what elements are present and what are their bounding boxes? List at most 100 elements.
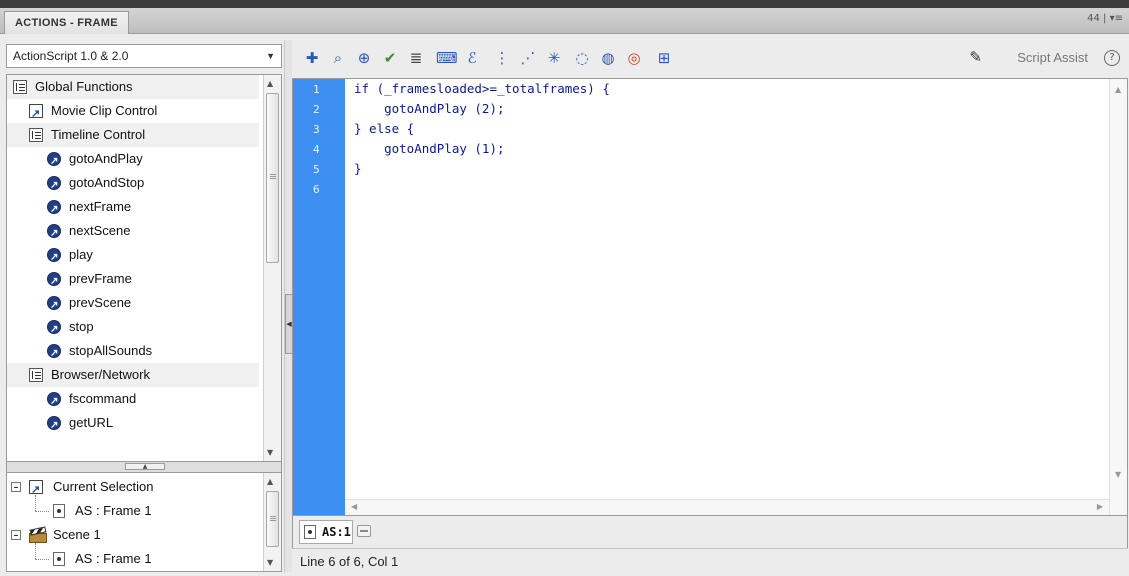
insert-target-path-icon[interactable]: ⊕	[354, 48, 374, 68]
toolbox-item-play[interactable]: play	[7, 243, 259, 270]
toolbox-item-movie-clip-control[interactable]: Movie Clip Control	[7, 99, 259, 126]
toolbox-item-gotoandplay[interactable]: gotoAndPlay	[7, 147, 259, 174]
scroll-left-icon[interactable]: ◀	[351, 502, 357, 511]
toolbox-item-label: getURL	[69, 415, 114, 430]
toolbox-item-stopallsounds[interactable]: stopAllSounds	[7, 339, 259, 366]
check-syntax-icon[interactable]: ✔	[380, 48, 400, 68]
pane-collapse-bar[interactable]: ◀	[284, 40, 293, 572]
scroll-right-icon[interactable]: ▶	[1097, 502, 1103, 511]
scroll-down-icon[interactable]: ▼	[267, 448, 273, 457]
navigator-item-label: Scene 1	[53, 527, 101, 542]
scrollbar-thumb[interactable]	[266, 93, 279, 263]
editor-horizontal-scrollbar[interactable]: ◀ ▶	[345, 499, 1109, 515]
navigator-item-as-frame-1[interactable]: AS : Frame 1	[7, 499, 263, 523]
frame-icon	[53, 504, 65, 518]
navigator-item-current-selection[interactable]: Current Selection	[7, 475, 263, 502]
function-icon	[47, 222, 61, 246]
line-number: 6	[313, 183, 320, 196]
toolbox-item-label: play	[69, 247, 93, 262]
code-line: if (_framesloaded>=_totalframes) {	[354, 81, 610, 96]
toolbox-item-label: nextFrame	[69, 199, 132, 214]
apply-block-comment-icon[interactable]: ◌	[572, 48, 592, 68]
book-icon	[29, 368, 43, 382]
panel-menu-icon[interactable]: 44 | ▾≡	[1087, 13, 1123, 24]
script-assist-button[interactable]: Script Assist	[1017, 50, 1088, 65]
add-statement-icon[interactable]: ✚	[302, 48, 322, 68]
frame-icon	[304, 525, 316, 539]
toolbox-item-stop[interactable]: stop	[7, 315, 259, 342]
navigator-item-label: Current Selection	[53, 479, 154, 494]
function-icon	[47, 246, 61, 270]
code-line: gotoAndPlay (2);	[354, 101, 505, 116]
panel-titlebar: ACTIONS - FRAME 44 | ▾≡	[0, 8, 1129, 34]
navigator-item-label: AS : Frame 1	[75, 551, 152, 566]
toolbox-item-global-functions[interactable]: Global Functions	[7, 75, 259, 99]
line-number: 1	[313, 83, 320, 96]
show-code-hint-icon[interactable]: ⌨	[436, 48, 458, 68]
toolbox-item-nextscene[interactable]: nextScene	[7, 219, 259, 246]
navigator-item-as-frame-1-scene[interactable]: AS : Frame 1	[7, 547, 263, 571]
toolbox-item-timeline-control[interactable]: Timeline Control	[7, 123, 259, 147]
scroll-down-icon[interactable]: ▼	[1115, 470, 1121, 479]
collapse-icon[interactable]	[11, 530, 21, 540]
toolbox-item-label: prevFrame	[69, 271, 132, 286]
toolbox-scrollbar[interactable]: ▲ ▼	[263, 75, 281, 461]
script-tab-as-1[interactable]: AS:1	[299, 520, 353, 544]
scene-icon	[29, 528, 47, 543]
language-select-value: ActionScript 1.0 & 2.0	[13, 49, 129, 63]
navigator-item-scene-1[interactable]: Scene 1	[7, 523, 263, 547]
navigator-scrollbar[interactable]: ▲ ▼	[263, 473, 281, 571]
top-border	[0, 0, 1129, 8]
script-editor[interactable]: 1 2 3 4 5 6 if (_framesloaded>=_totalfra…	[292, 78, 1128, 516]
expand-all-icon[interactable]: ✳	[544, 48, 564, 68]
help-icon[interactable]: ?	[1104, 50, 1120, 66]
apply-line-comment-icon[interactable]: ◍	[598, 48, 618, 68]
actions-toolbox: Global Functions Movie Clip Control Time…	[6, 74, 282, 462]
toolbox-item-gotoandstop[interactable]: gotoAndStop	[7, 171, 259, 198]
toolbox-item-nextframe[interactable]: nextFrame	[7, 195, 259, 222]
code-line: } else {	[354, 121, 415, 136]
toolbox-item-prevframe[interactable]: prevFrame	[7, 267, 259, 294]
toolbox-item-label: prevScene	[69, 295, 132, 310]
book-icon	[13, 80, 27, 94]
function-icon	[47, 270, 61, 294]
scrollbar-thumb[interactable]	[266, 491, 279, 547]
show-hide-toolbox-icon[interactable]: ⊞	[654, 48, 674, 68]
collapse-selection-icon[interactable]: ⋰	[518, 48, 538, 68]
scroll-down-icon[interactable]: ▼	[267, 558, 273, 567]
pin-script-icon[interactable]	[357, 525, 371, 537]
cursor-position-status: Line 6 of 6, Col 1	[300, 554, 399, 569]
toolbox-item-label: Movie Clip Control	[51, 103, 158, 118]
toolbox-item-label: stop	[69, 319, 94, 334]
debug-options-icon[interactable]: ℰ	[462, 48, 482, 68]
script-assist-wand-icon[interactable]: ✎	[969, 48, 982, 66]
scroll-up-icon[interactable]: ▲	[267, 477, 273, 486]
find-icon[interactable]: ⌕	[328, 48, 348, 68]
toolbox-item-label: Timeline Control	[51, 127, 146, 142]
collapse-between-braces-icon[interactable]: ⋮	[492, 48, 512, 68]
toolbox-item-geturl[interactable]: getURL	[7, 411, 259, 438]
toolbox-item-label: stopAllSounds	[69, 343, 153, 358]
editor-vertical-scrollbar[interactable]: ▲ ▼	[1109, 79, 1127, 515]
scroll-up-icon[interactable]: ▲	[267, 79, 273, 88]
grip-icon	[269, 516, 276, 517]
pane-splitter[interactable]: ▲	[6, 462, 282, 472]
chevron-down-icon: ▼	[266, 51, 275, 61]
language-select[interactable]: ActionScript 1.0 & 2.0 ▼	[6, 44, 282, 68]
movie-clip-icon	[29, 102, 43, 126]
collapse-icon[interactable]	[11, 482, 21, 492]
remove-comment-icon[interactable]: ◎	[624, 48, 644, 68]
status-bar: Line 6 of 6, Col 1	[292, 548, 1128, 574]
toolbox-item-fscommand[interactable]: fscommand	[7, 387, 259, 414]
grip-icon	[269, 174, 276, 175]
left-pane: ActionScript 1.0 & 2.0 ▼ Global Function…	[6, 40, 282, 572]
toolbox-item-prevscene[interactable]: prevScene	[7, 291, 259, 318]
panel-tab-actions-frame[interactable]: ACTIONS - FRAME	[4, 11, 129, 34]
scroll-up-icon[interactable]: ▲	[1115, 85, 1121, 94]
toolbox-item-browser-network[interactable]: Browser/Network	[7, 363, 259, 387]
actions-toolbar: ✚ ⌕ ⊕ ✔ ≣ ⌨ ℰ ⋮ ⋰ ✳ ◌ ◍ ◎ ⊞ ✎ Script Ass…	[296, 40, 1126, 78]
auto-format-icon[interactable]: ≣	[406, 48, 426, 68]
function-icon	[47, 342, 61, 366]
line-number: 4	[313, 143, 320, 156]
splitter-handle-icon[interactable]: ▲	[125, 463, 165, 470]
